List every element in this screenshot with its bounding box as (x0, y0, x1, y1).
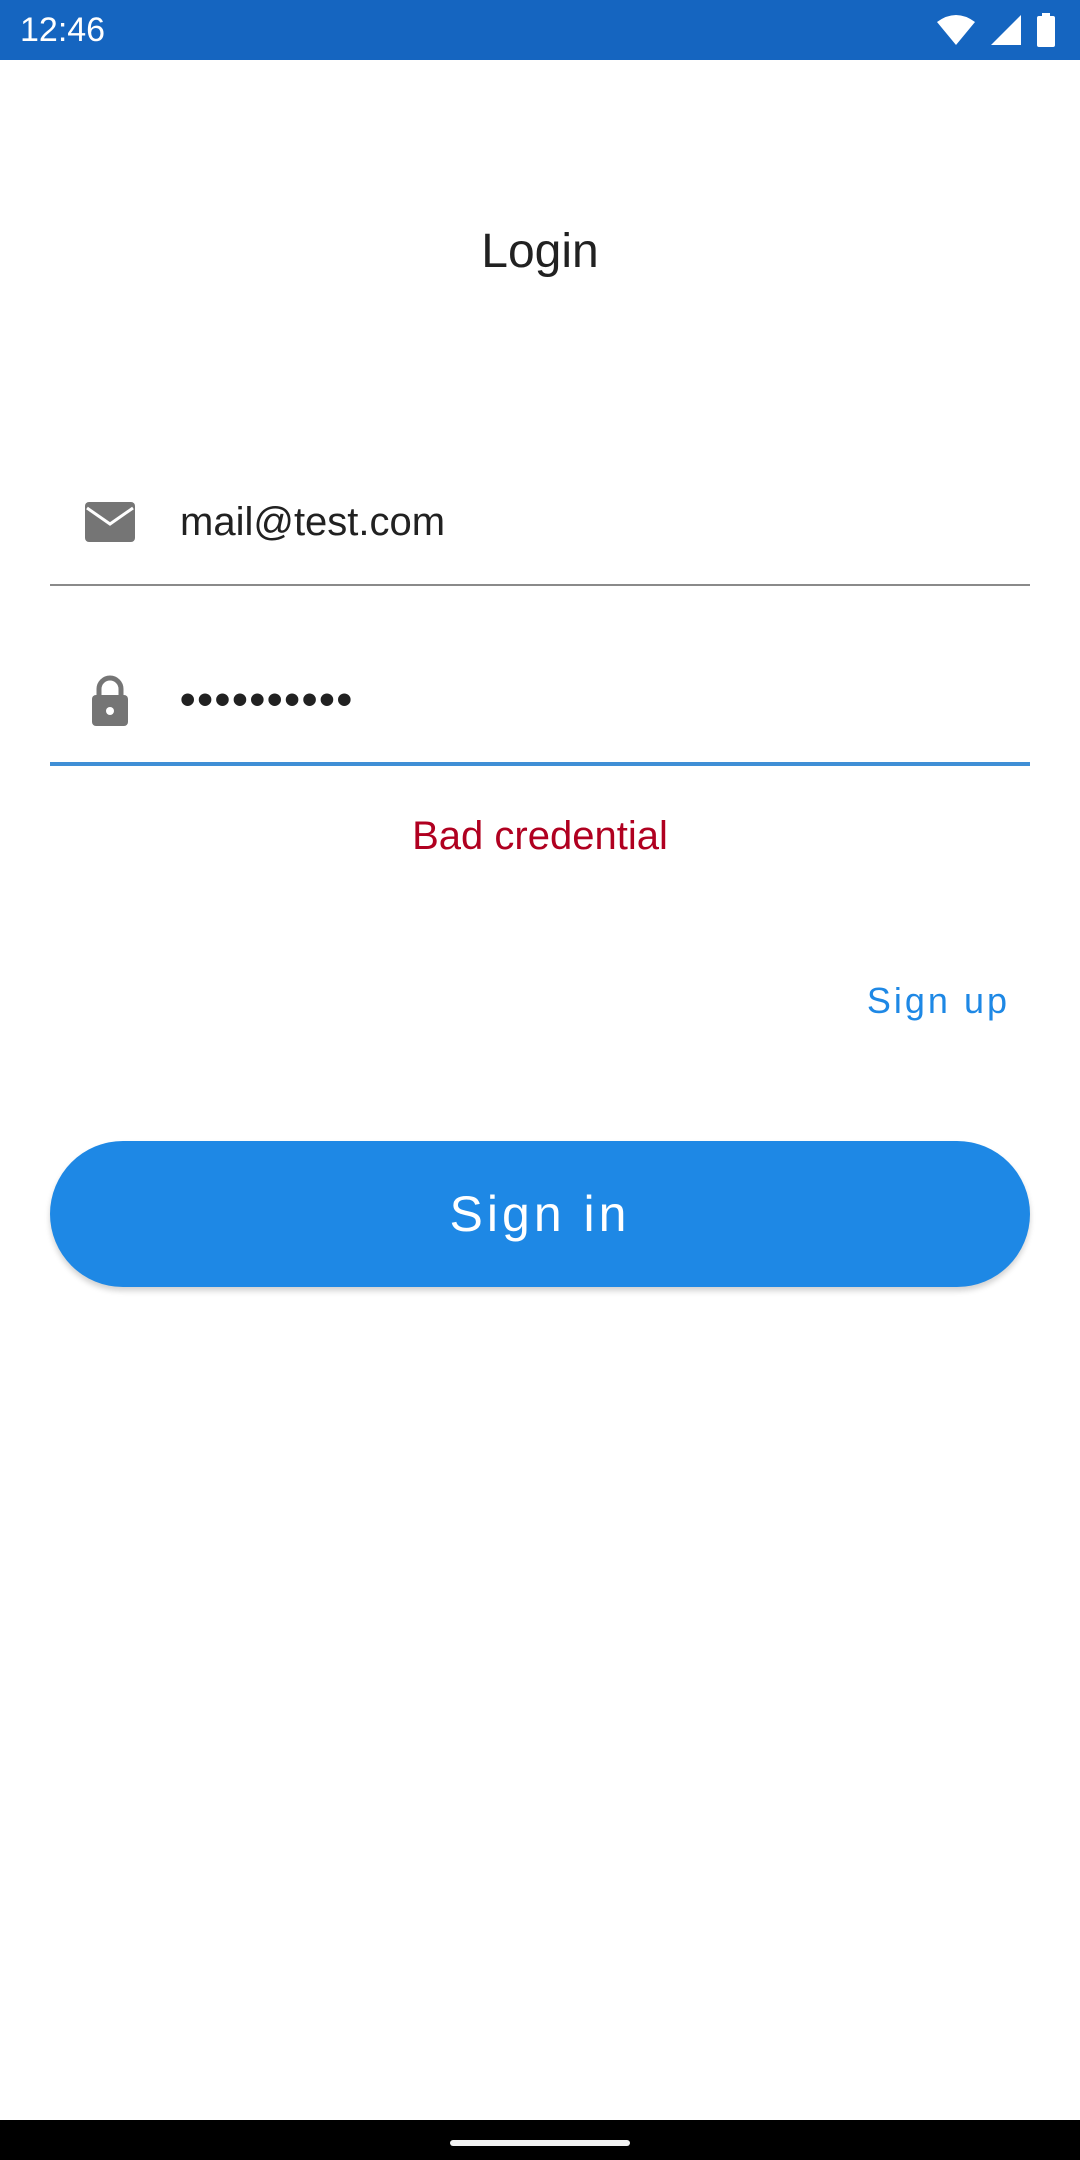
signin-button[interactable]: Sign in (50, 1141, 1030, 1287)
login-screen: 12:46 Login mail@test.com •••••••••• Bad… (0, 0, 1080, 2160)
battery-icon (1036, 13, 1056, 47)
password-field[interactable]: •••••••••• (50, 650, 1030, 766)
signal-icon (990, 14, 1022, 46)
signin-button-label: Sign in (449, 1186, 631, 1242)
home-handle[interactable] (450, 2140, 630, 2146)
status-time: 12:46 (20, 11, 106, 49)
navigation-bar (0, 2120, 1080, 2160)
signup-link[interactable]: Sign up (867, 975, 1010, 1027)
mail-icon (82, 494, 138, 550)
page-title: Login (481, 225, 599, 278)
wifi-icon (936, 14, 976, 46)
email-value[interactable]: mail@test.com (180, 494, 445, 550)
status-icons (936, 12, 1056, 48)
email-field[interactable]: mail@test.com (50, 472, 1030, 586)
password-value[interactable]: •••••••••• (180, 672, 354, 728)
lock-icon (82, 672, 138, 728)
status-bar: 12:46 (0, 0, 1080, 60)
error-message: Bad credential (412, 814, 668, 858)
